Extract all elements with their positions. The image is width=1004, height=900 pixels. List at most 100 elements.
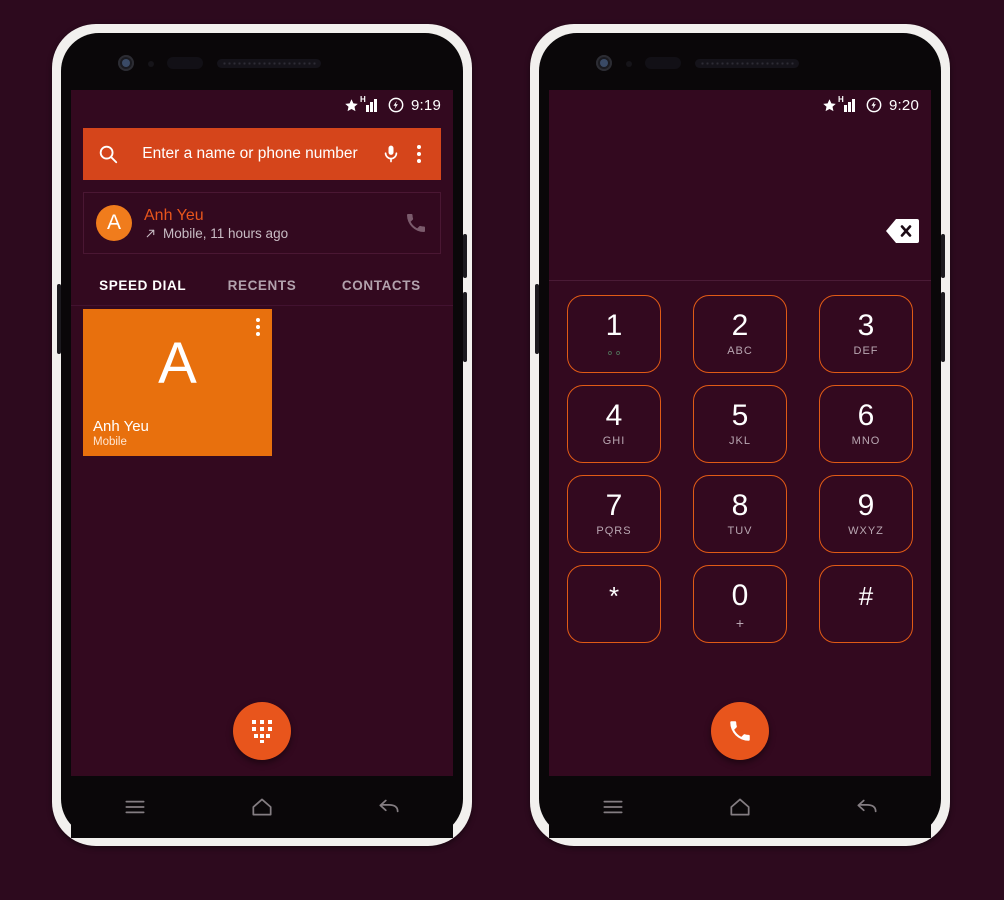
backspace-icon[interactable] xyxy=(885,218,919,244)
dialed-number-field[interactable] xyxy=(549,120,931,280)
dial-key-sub: DEF xyxy=(853,345,879,357)
search-bar[interactable]: Enter a name or phone number xyxy=(83,128,441,180)
back-icon[interactable] xyxy=(376,794,402,820)
proximity-sensor-icon xyxy=(626,61,632,67)
tab-recents[interactable]: RECENTS xyxy=(202,268,321,305)
open-dialpad-fab[interactable] xyxy=(233,702,291,760)
dial-key-digit: 6 xyxy=(857,399,875,432)
recent-call-text: Anh Yeu Mobile, 11 hours ago xyxy=(144,206,392,241)
secondary-side-button[interactable] xyxy=(463,292,467,362)
menu-icon[interactable] xyxy=(122,794,148,820)
signal-icon: H xyxy=(360,96,381,112)
phone-top-hardware xyxy=(112,55,412,71)
home-icon[interactable] xyxy=(727,794,753,820)
speed-dial-grid: A Anh Yeu Mobile xyxy=(71,306,453,456)
dial-key-sub: WXYZ xyxy=(848,525,884,537)
volume-button[interactable] xyxy=(57,284,61,354)
dial-key-digit: 0 xyxy=(731,579,749,612)
dial-key-digit: 2 xyxy=(731,309,749,342)
status-clock: 9:19 xyxy=(411,96,441,114)
dial-key-digit: # xyxy=(858,581,874,611)
dial-key-digit: 3 xyxy=(857,309,875,342)
tab-bar: SPEED DIAL RECENTS CONTACTS xyxy=(71,268,453,306)
recent-call-name: Anh Yeu xyxy=(144,206,204,224)
dial-key-6[interactable]: 6 MNO xyxy=(819,385,913,463)
dial-key-hash[interactable]: # xyxy=(819,565,913,643)
dial-key-digit: 8 xyxy=(731,489,749,522)
dial-key-sub: PQRS xyxy=(596,525,632,537)
dialpad-row: * 0 + # xyxy=(567,565,913,643)
earpiece-speaker-grille xyxy=(695,59,799,68)
dial-key-3[interactable]: 3 DEF xyxy=(819,295,913,373)
speed-dial-meta: Anh Yeu Mobile xyxy=(83,417,272,457)
dial-key-sub: ABC xyxy=(727,345,753,357)
network-type-label: H xyxy=(838,95,844,104)
phone-screen-right: H 9:20 1 ∘∘ 2 ABC 3 DEF 4 GHI 5 JKL 6 MN… xyxy=(549,90,931,776)
phone-icon[interactable] xyxy=(404,211,428,235)
dial-key-sub: JKL xyxy=(729,435,751,447)
dial-key-9[interactable]: 9 WXYZ xyxy=(819,475,913,553)
star-icon xyxy=(823,98,836,111)
phone-top-hardware xyxy=(590,55,890,71)
dial-key-star[interactable]: * xyxy=(567,565,661,643)
home-icon[interactable] xyxy=(249,794,275,820)
recent-call-row[interactable]: A Anh Yeu Mobile, 11 hours ago xyxy=(83,192,441,254)
status-bar-left: H 9:19 xyxy=(71,90,453,120)
dial-key-digit: 5 xyxy=(731,399,749,432)
tab-speed-dial[interactable]: SPEED DIAL xyxy=(83,268,202,305)
light-sensor-icon xyxy=(645,57,681,69)
mic-icon[interactable] xyxy=(381,144,401,164)
search-input[interactable]: Enter a name or phone number xyxy=(129,145,371,163)
speed-dial-tile[interactable]: A Anh Yeu Mobile xyxy=(83,309,272,456)
menu-icon[interactable] xyxy=(600,794,626,820)
call-fab[interactable] xyxy=(711,702,769,760)
dialpad-icon[interactable] xyxy=(251,719,273,743)
charging-icon xyxy=(388,97,404,113)
dial-key-5[interactable]: 5 JKL xyxy=(693,385,787,463)
recent-call-detail-wrap: Mobile, 11 hours ago xyxy=(144,226,392,241)
phone-screen-left: H 9:19 Enter a name or phone number A An… xyxy=(71,90,453,776)
secondary-side-button[interactable] xyxy=(941,292,945,362)
dial-key-sub: + xyxy=(735,615,745,631)
dial-key-0[interactable]: 0 + xyxy=(693,565,787,643)
speed-dial-name: Anh Yeu xyxy=(93,417,149,435)
status-bar-right: H 9:20 xyxy=(549,90,931,120)
dial-key-sub: GHI xyxy=(602,435,626,447)
phone-call-icon[interactable] xyxy=(727,718,753,744)
back-icon[interactable] xyxy=(854,794,880,820)
dial-key-4[interactable]: 4 GHI xyxy=(567,385,661,463)
light-sensor-icon xyxy=(167,57,203,69)
network-type-label: H xyxy=(360,95,366,104)
charging-icon xyxy=(866,97,882,113)
earpiece-speaker-grille xyxy=(217,59,321,68)
dial-key-sub: ∘∘ xyxy=(605,345,623,360)
dialpad-row: 1 ∘∘ 2 ABC 3 DEF xyxy=(567,295,913,373)
overflow-menu-icon[interactable] xyxy=(256,318,260,336)
overflow-menu-icon[interactable] xyxy=(411,141,427,167)
system-nav-bar-left xyxy=(71,776,453,838)
dialpad-row: 7 PQRS 8 TUV 9 WXYZ xyxy=(567,475,913,553)
dial-key-sub: TUV xyxy=(727,525,753,537)
volume-button[interactable] xyxy=(535,284,539,354)
phone-device-right: H 9:20 1 ∘∘ 2 ABC 3 DEF 4 GHI 5 JKL 6 MN… xyxy=(530,24,950,846)
star-icon xyxy=(345,98,358,111)
phone-device-left: H 9:19 Enter a name or phone number A An… xyxy=(52,24,472,846)
speed-dial-subtitle: Mobile xyxy=(93,436,127,448)
power-button[interactable] xyxy=(941,234,945,278)
dial-key-1[interactable]: 1 ∘∘ xyxy=(567,295,661,373)
power-button[interactable] xyxy=(463,234,467,278)
dial-key-7[interactable]: 7 PQRS xyxy=(567,475,661,553)
dial-key-digit: 7 xyxy=(605,489,623,522)
dialpad: 1 ∘∘ 2 ABC 3 DEF 4 GHI 5 JKL 6 MNO 7 PQR… xyxy=(549,281,931,643)
dial-key-digit: * xyxy=(608,581,620,611)
status-clock: 9:20 xyxy=(889,96,919,114)
search-icon[interactable] xyxy=(97,143,119,165)
dialpad-row: 4 GHI 5 JKL 6 MNO xyxy=(567,385,913,463)
screenshot-canvas: H 9:19 Enter a name or phone number A An… xyxy=(0,0,1004,900)
proximity-sensor-icon xyxy=(148,61,154,67)
recent-call-detail: Mobile, 11 hours ago xyxy=(163,225,289,241)
dial-key-2[interactable]: 2 ABC xyxy=(693,295,787,373)
tab-contacts[interactable]: CONTACTS xyxy=(322,268,441,305)
front-camera-icon xyxy=(118,55,134,71)
dial-key-8[interactable]: 8 TUV xyxy=(693,475,787,553)
